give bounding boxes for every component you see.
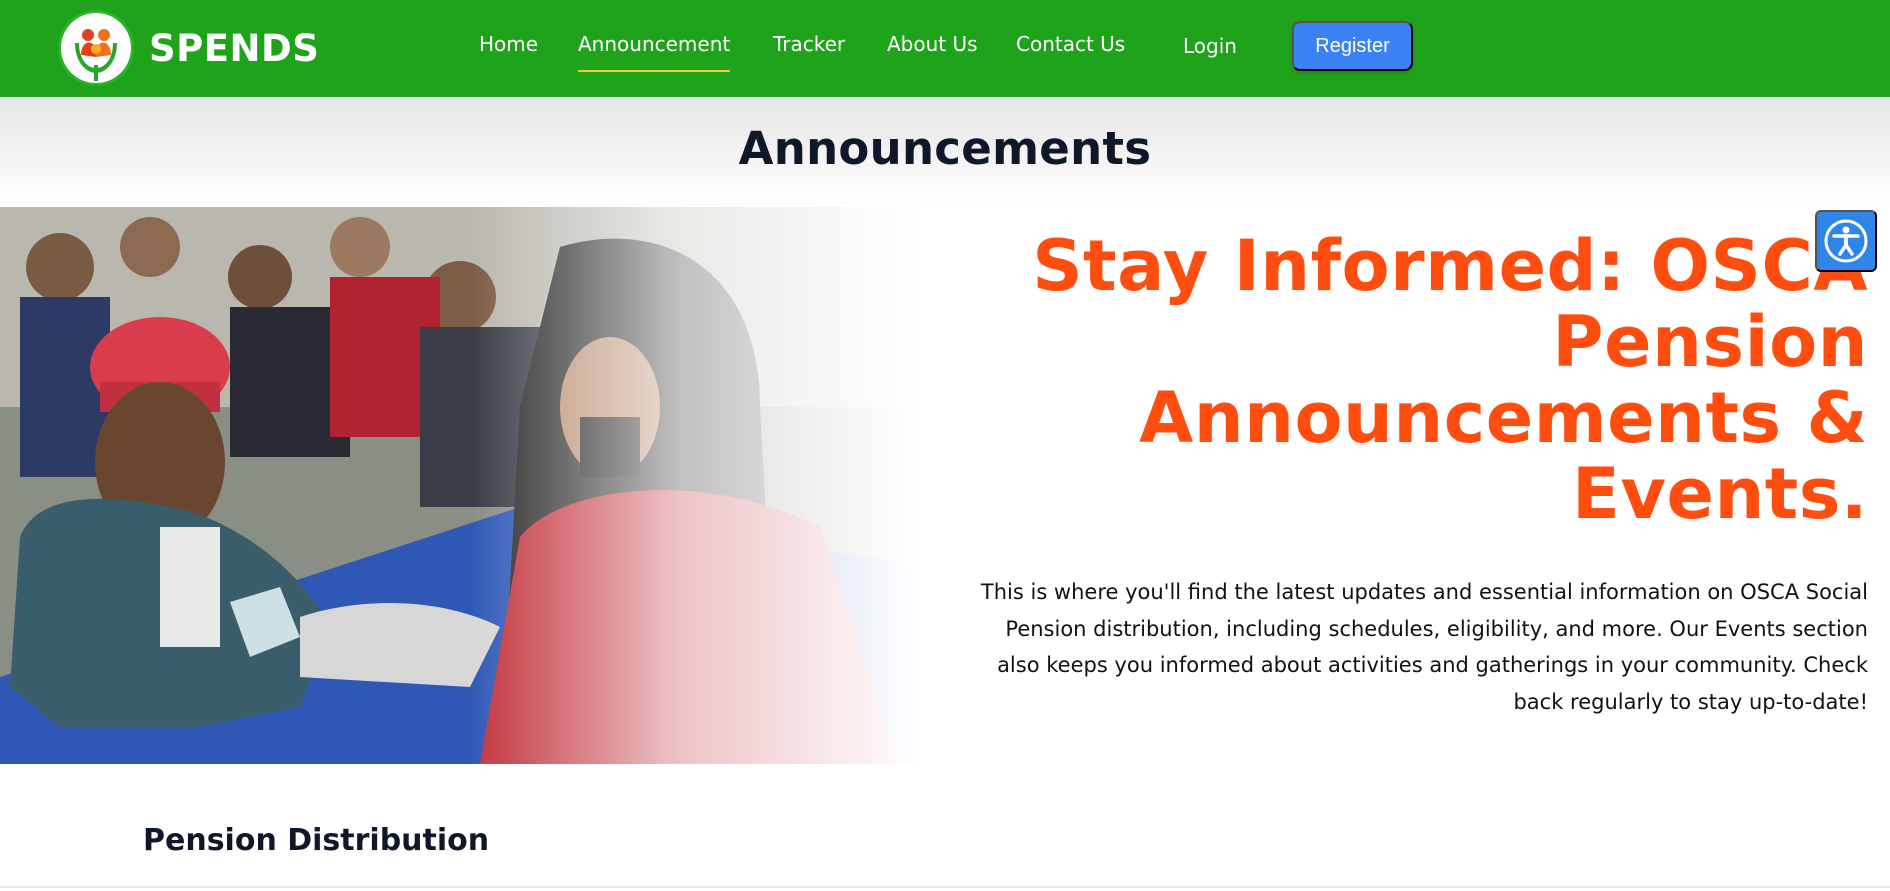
hero-description: This is where you'll find the latest upd… — [980, 580, 1868, 714]
hero-heading-line-4: Events. — [1572, 453, 1868, 535]
hero-heading-line-1: Stay Informed: OSCA — [1032, 225, 1868, 307]
brand-name: SPENDS — [149, 26, 320, 70]
section-title-pension-distribution: Pension Distribution — [143, 823, 490, 858]
page-title: Announcements — [738, 122, 1152, 175]
register-button[interactable]: Register — [1292, 21, 1413, 71]
pension-distribution-photo-icon — [0, 207, 940, 764]
brand[interactable]: SPENDS — [58, 10, 319, 86]
hero-heading-line-2: Pension — [1552, 301, 1868, 383]
hero-heading-line-3: Announcements & — [1139, 377, 1868, 459]
nav-contact-us[interactable]: Contact Us — [1016, 32, 1125, 56]
nav-login[interactable]: Login — [1183, 34, 1237, 58]
top-navbar: SPENDS Home Announcement Tracker About U… — [0, 0, 1890, 97]
section-divider — [0, 886, 1890, 888]
nav-about-us[interactable]: About Us — [887, 32, 978, 56]
hero-heading: Stay Informed: OSCA Pension Announcement… — [908, 228, 1868, 532]
accessibility-icon[interactable] — [1815, 210, 1877, 272]
nav-tracker[interactable]: Tracker — [773, 32, 845, 56]
photo-fade-overlay — [0, 207, 940, 764]
nav-home[interactable]: Home — [479, 32, 538, 56]
nav-announcement[interactable]: Announcement — [578, 32, 731, 72]
hands-family-logo-icon — [58, 10, 134, 86]
